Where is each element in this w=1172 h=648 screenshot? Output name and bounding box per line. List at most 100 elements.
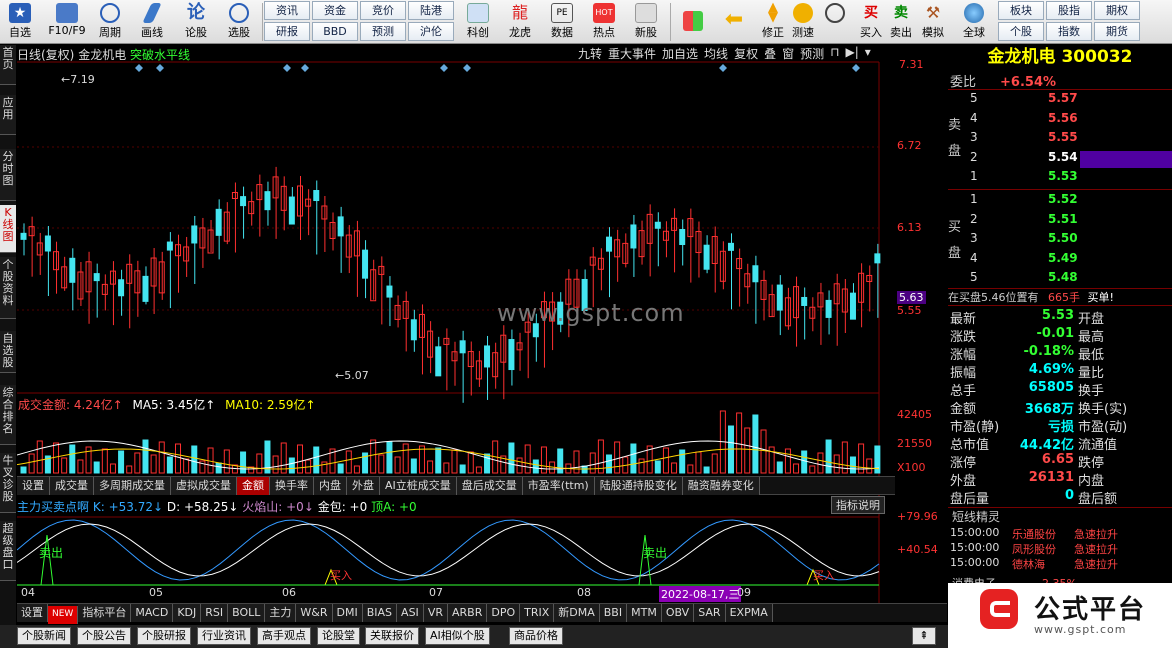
toolbar-btn-layout[interactable] xyxy=(676,1,710,43)
news-row[interactable]: 15:00:00 凤形股份 急速拉升 xyxy=(950,541,1172,556)
toolbar-btn-period[interactable]: 周期 xyxy=(92,1,128,43)
news-row[interactable]: 15:00:00 德林海 急速拉升 xyxy=(950,556,1172,571)
btn-options[interactable]: 期权 xyxy=(1094,1,1140,20)
toolbar-btn-dragon[interactable]: 龍龙虎 xyxy=(500,1,540,43)
side-tab-apps[interactable]: 应用 xyxy=(0,95,16,135)
news-tab[interactable]: 关联报价 xyxy=(365,627,419,645)
btn-stock-index[interactable]: 股指 xyxy=(1046,1,1092,20)
news-tab[interactable]: 个股研报 xyxy=(137,627,191,645)
news-tab[interactable]: AI相似个股 xyxy=(425,627,490,645)
side-tab-intraday[interactable]: 分时图 xyxy=(0,149,16,201)
indicator-tab[interactable]: RSI xyxy=(201,604,229,622)
indicator-tab[interactable]: SAR xyxy=(694,604,726,622)
volume-tab[interactable]: 换手率 xyxy=(270,477,314,495)
toolbar-btn-speedtest[interactable]: 测速 xyxy=(788,1,818,43)
btn-window[interactable]: 窗 xyxy=(782,45,794,62)
indicator-help-button[interactable]: 指标说明 xyxy=(831,496,885,514)
side-tab-watchlist[interactable]: 自选股 xyxy=(0,331,16,373)
btn-sectors[interactable]: 板块 xyxy=(998,1,1044,20)
news-tab[interactable]: 行业资讯 xyxy=(197,627,251,645)
indicator-tab[interactable]: 主力 xyxy=(265,604,297,622)
btn-research[interactable]: 研报 xyxy=(264,22,310,41)
indicator-tab[interactable]: MACD xyxy=(131,604,174,622)
toolbar-btn-star-market[interactable]: 科创 xyxy=(458,1,498,43)
event-marker-icon[interactable] xyxy=(463,64,471,72)
btn-bbd[interactable]: BBD xyxy=(312,22,358,41)
indicator-tab[interactable]: DMI xyxy=(332,604,363,622)
indicator-tab[interactable]: NEW xyxy=(48,606,79,624)
event-marker-icon[interactable] xyxy=(719,64,727,72)
indicator-tab[interactable]: BOLL xyxy=(228,604,266,622)
btn-indexes[interactable]: 指数 xyxy=(1046,22,1092,41)
btn-adjust[interactable]: 复权 xyxy=(734,45,758,62)
indicator-tab[interactable]: KDJ xyxy=(173,604,202,622)
event-marker-icon[interactable] xyxy=(852,64,860,72)
indicator-tab[interactable]: 设置 xyxy=(17,604,48,622)
btn-ma-lines[interactable]: 均线 xyxy=(704,45,728,62)
toolbar-btn-f10[interactable]: F10/F9 xyxy=(44,1,90,43)
btn-hk-connect[interactable]: 陆港 xyxy=(408,1,454,20)
toolbar-btn-draw[interactable]: 画线 xyxy=(134,1,170,43)
toolbar-btn-back[interactable]: ⬅ xyxy=(716,1,752,43)
indicator-tab[interactable]: TRIX xyxy=(520,604,555,622)
kline-svg[interactable] xyxy=(16,45,895,630)
indicator-tab[interactable]: OBV xyxy=(661,604,695,622)
volume-tab[interactable]: 外盘 xyxy=(347,477,380,495)
volume-tab[interactable]: 虚拟成交量 xyxy=(171,477,237,495)
volume-tab[interactable]: 融资融券变化 xyxy=(682,477,760,495)
toolbar-btn-sell[interactable]: 卖卖出 xyxy=(886,1,916,43)
toolbar-btn-data[interactable]: PE 数据 xyxy=(542,1,582,43)
event-marker-icon[interactable] xyxy=(135,64,143,72)
side-tab-orderbook[interactable]: 超级盘口 xyxy=(0,521,16,581)
event-marker-icon[interactable] xyxy=(156,64,164,72)
volume-tab[interactable]: AI立桩成交量 xyxy=(380,477,457,495)
btn-predict[interactable]: 预测 xyxy=(800,45,824,62)
indicator-tab[interactable]: ARBR xyxy=(447,604,488,622)
volume-tab[interactable]: 陆股通持股变化 xyxy=(594,477,683,495)
side-tab-diagnose[interactable]: 牛叉诊股 xyxy=(0,453,16,513)
toolbar-btn-buy[interactable]: 买买入 xyxy=(856,1,886,43)
indicator-tab[interactable]: BBI xyxy=(599,604,628,622)
side-tab-ranking[interactable]: 综合排名 xyxy=(0,385,16,445)
indicator-tab[interactable]: ASI xyxy=(397,604,424,622)
toolbar-btn-screener[interactable]: 选股 xyxy=(220,1,258,43)
volume-tab[interactable]: 成交量 xyxy=(50,477,94,495)
collapse-icon[interactable]: ⇞ xyxy=(912,627,936,645)
btn-nine-turn[interactable]: 九转 xyxy=(578,45,602,62)
event-marker-icon[interactable] xyxy=(301,64,309,72)
indicator-tab[interactable]: DPO xyxy=(487,604,521,622)
volume-tab[interactable]: 盘后成交量 xyxy=(456,477,523,495)
volume-tab[interactable]: 金额 xyxy=(237,477,270,495)
btn-forecast[interactable]: 预测 xyxy=(360,22,406,41)
btn-add-favorite[interactable]: 加自选 xyxy=(662,45,698,62)
pin-icon[interactable]: ▶| xyxy=(846,45,859,62)
indicator-tab[interactable]: W&R xyxy=(296,604,333,622)
btn-auction[interactable]: 竞价 xyxy=(360,1,406,20)
toolbar-btn-simulate[interactable]: ⚒ 模拟 xyxy=(916,1,950,43)
btn-news[interactable]: 资讯 xyxy=(264,1,310,20)
toolbar-btn-hot[interactable]: HOT 热点 xyxy=(584,1,624,43)
news-tab[interactable]: 商品价格 xyxy=(509,627,563,645)
btn-sh-london[interactable]: 沪伦 xyxy=(408,22,454,41)
news-row[interactable]: 15:00:00 乐通股份 急速拉升 xyxy=(950,526,1172,541)
news-tab[interactable]: 个股公告 xyxy=(77,627,131,645)
chevron-down-icon[interactable]: ▾ xyxy=(865,45,871,62)
indicator-tab[interactable]: EXPMA xyxy=(725,604,773,622)
indicator-tab[interactable]: MTM xyxy=(627,604,662,622)
volume-tab[interactable]: 多周期成交量 xyxy=(94,477,171,495)
lock-icon[interactable]: ⊓ xyxy=(830,45,839,62)
volume-tab[interactable]: 市盈率(ttm) xyxy=(522,477,595,495)
side-tab-kline[interactable]: K线图 xyxy=(0,205,16,253)
event-marker-icon[interactable] xyxy=(283,64,291,72)
event-marker-icon[interactable] xyxy=(440,64,448,72)
indicator-tab[interactable]: BIAS xyxy=(362,604,398,622)
toolbar-btn-favorites[interactable]: ★ 自选 xyxy=(3,1,37,43)
btn-major-events[interactable]: 重大事件 xyxy=(608,45,656,62)
news-tab[interactable]: 个股新闻 xyxy=(17,627,71,645)
btn-stocks[interactable]: 个股 xyxy=(998,22,1044,41)
btn-futures[interactable]: 期货 xyxy=(1094,22,1140,41)
toolbar-btn-clock[interactable] xyxy=(818,1,852,43)
indicator-tab[interactable]: VR xyxy=(423,604,448,622)
toolbar-btn-global[interactable]: 全球 xyxy=(954,1,994,43)
indicator-tab[interactable]: 新DMA xyxy=(554,604,600,622)
